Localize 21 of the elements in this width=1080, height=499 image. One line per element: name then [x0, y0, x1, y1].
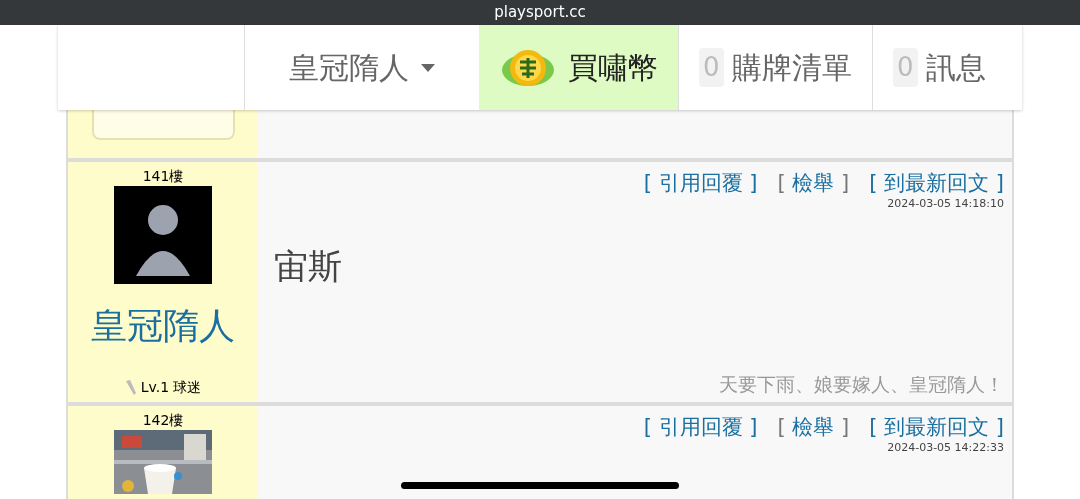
action-link[interactable]: [ 引用回覆 ]	[643, 414, 758, 441]
avatar-icon	[114, 186, 212, 284]
post-timestamp: 2024-03-05 14:18:10	[887, 196, 1004, 213]
post-body: 宙斯	[274, 244, 343, 288]
post-timestamp: 2024-03-05 14:22:33	[887, 440, 1004, 457]
caret-icon	[421, 63, 435, 72]
action-link[interactable]: [ 引用回覆 ]	[643, 170, 758, 197]
floor-number: 142樓	[142, 411, 184, 430]
floor-number: 141樓	[142, 167, 184, 186]
user-level: Lv.1	[140, 378, 170, 397]
signature: 天要下雨、娘要嫁人、皇冠隋人！	[719, 371, 1004, 397]
action-link[interactable]: [ 到最新回文 ]	[869, 414, 1004, 441]
gift-button[interactable]	[92, 110, 235, 140]
action-link[interactable]: [ 到最新回文 ]	[869, 170, 1004, 197]
user-rank: 球迷	[173, 378, 202, 397]
buy-coins-button[interactable]: 買嘯幣	[479, 25, 678, 110]
username[interactable]: 皇冠隋人	[91, 308, 235, 344]
action-link[interactable]: [ 檢舉 ]	[777, 414, 850, 441]
action-link[interactable]: [ 檢舉 ]	[777, 170, 850, 197]
url-text: playsport.cc	[494, 2, 586, 24]
pencil-icon	[124, 379, 137, 396]
